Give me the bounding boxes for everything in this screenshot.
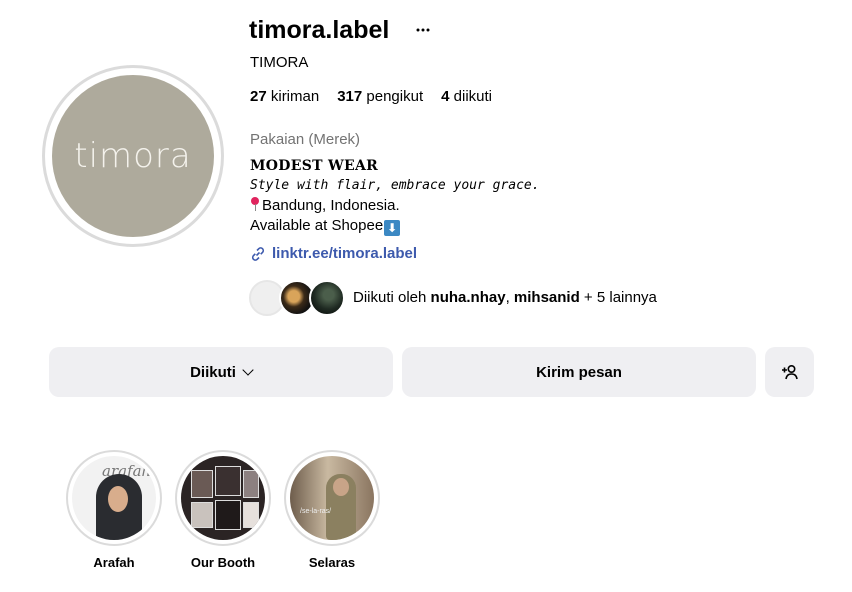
bio-line-1: MODEST WEAR bbox=[250, 158, 379, 174]
down-arrow-icon: ⬇ bbox=[384, 220, 401, 236]
highlight-cover: arafah bbox=[72, 456, 156, 540]
following-label: diikuti bbox=[453, 88, 492, 105]
posts-label: kiriman bbox=[270, 88, 320, 105]
message-button[interactable]: Kirim pesan bbox=[402, 347, 756, 397]
profile-username: timora.label bbox=[249, 16, 390, 44]
highlight-ring: arafah bbox=[66, 450, 162, 546]
bio-shopee: Available at Shopee bbox=[250, 217, 384, 234]
followed-by-separator: , bbox=[505, 289, 514, 306]
highlight-ring: /se-la-ras/ bbox=[284, 450, 380, 546]
highlight-label: Our Booth bbox=[190, 555, 256, 570]
avatar-logo-text: timora bbox=[74, 136, 192, 176]
highlight-label: Selaras bbox=[308, 555, 356, 570]
followed-by[interactable]: Diikuti oleh nuha.nhay, mihsanid + 5 lai… bbox=[249, 280, 657, 316]
more-horizontal-icon bbox=[416, 28, 430, 32]
profile-avatar[interactable]: timora bbox=[52, 75, 214, 237]
followed-by-suffix: + 5 lainnya bbox=[579, 289, 657, 306]
highlight-cover-text: /se-la-ras/ bbox=[300, 508, 332, 515]
chevron-down-icon bbox=[242, 363, 254, 376]
followers-stat[interactable]: 317 pengikut bbox=[337, 88, 423, 106]
bio-line-3: Bandung, Indonesia. bbox=[250, 196, 540, 216]
pin-icon bbox=[250, 197, 260, 211]
bio-line-2: Style with flair, embrace your grace. bbox=[250, 178, 540, 193]
profile-stats: 27 kiriman 317 pengikut 4 diikuti bbox=[250, 88, 492, 106]
following-button[interactable]: Diikuti bbox=[49, 347, 393, 397]
followed-by-text[interactable]: Diikuti oleh nuha.nhay, mihsanid + 5 lai… bbox=[353, 289, 657, 307]
following-count: 4 bbox=[441, 88, 450, 105]
posts-count: 27 bbox=[250, 88, 267, 105]
profile-category: Pakaian (Merek) bbox=[250, 131, 361, 148]
profile-full-name: TIMORA bbox=[250, 54, 309, 71]
following-stat[interactable]: 4 diikuti bbox=[441, 88, 492, 106]
profile-link-text[interactable]: linktr.ee/timora.label bbox=[272, 245, 417, 262]
highlight-label: Arafah bbox=[93, 555, 135, 570]
highlight-cover: /se-la-ras/ bbox=[290, 456, 374, 540]
suggest-users-button[interactable] bbox=[765, 347, 814, 397]
posts-stat: 27 kiriman bbox=[250, 88, 319, 106]
bio-location: Bandung, Indonesia. bbox=[262, 197, 400, 214]
story-highlight-selaras[interactable]: /se-la-ras/ Selaras bbox=[284, 450, 380, 571]
followers-count: 317 bbox=[337, 88, 363, 105]
add-person-icon bbox=[781, 364, 798, 380]
profile-bio: MODEST WEAR Style with flair, embrace yo… bbox=[250, 156, 540, 236]
profile-avatar-ring[interactable]: timora bbox=[42, 65, 224, 247]
follower-avatar bbox=[309, 280, 345, 316]
following-button-label: Diikuti bbox=[190, 363, 236, 381]
more-options-button[interactable] bbox=[413, 18, 433, 42]
highlight-ring bbox=[175, 450, 271, 546]
link-icon bbox=[251, 246, 265, 261]
highlight-cover bbox=[181, 456, 265, 540]
followed-by-prefix: Diikuti oleh bbox=[353, 289, 431, 306]
followed-by-user[interactable]: nuha.nhay bbox=[431, 289, 506, 306]
story-highlight-arafah[interactable]: arafah Arafah bbox=[66, 450, 162, 571]
message-button-label: Kirim pesan bbox=[536, 363, 622, 381]
followed-by-user[interactable]: mihsanid bbox=[514, 289, 580, 306]
profile-link[interactable]: linktr.ee/timora.label bbox=[250, 245, 417, 262]
followers-label: pengikut bbox=[366, 88, 424, 105]
bio-line-4: Available at Shopee ⬇ bbox=[250, 216, 540, 236]
story-highlight-our-booth[interactable]: Our Booth bbox=[175, 450, 271, 571]
